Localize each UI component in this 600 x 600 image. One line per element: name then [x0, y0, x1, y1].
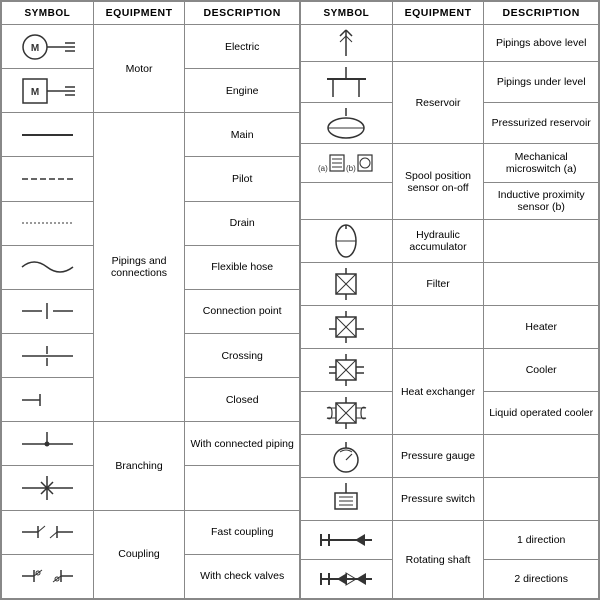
- table-row: Coupling Fast coupling: [2, 510, 300, 554]
- symbol-pressure-gauge: [301, 435, 393, 478]
- desc-pressure-gauge: [484, 435, 599, 478]
- desc-liquid-cooler: Liquid operated cooler: [484, 392, 599, 435]
- desc-pressure-switch: [484, 478, 599, 521]
- desc-cooler: Cooler: [484, 349, 599, 392]
- equipment-heat-exchanger: Heat exchanger: [392, 349, 484, 435]
- svg-text:M: M: [31, 87, 39, 98]
- symbol-spool-sensor-b: [301, 183, 393, 220]
- symbol-line-pilot: [2, 157, 94, 201]
- desc-hydraulic-acc: [484, 220, 599, 263]
- equipment-reservoir: Reservoir: [392, 62, 484, 144]
- symbol-pressure-switch: [301, 478, 393, 521]
- svg-text:(b): (b): [346, 164, 356, 173]
- left-header-description: DESCRIPTION: [185, 2, 300, 25]
- equipment-rotating-shaft: Rotating shaft: [392, 521, 484, 599]
- equipment-pipings-level: [392, 25, 484, 62]
- table-row: Heater: [301, 306, 599, 349]
- symbol-branching-main: [2, 422, 94, 466]
- symbol-hydraulic-accumulator: [301, 220, 393, 263]
- desc-pressurized-reservoir: Pressurized reservoir: [484, 103, 599, 144]
- symbol-rotating-shaft-2: [301, 560, 393, 599]
- equipment-pressure-gauge: Pressure gauge: [392, 435, 484, 478]
- symbol-branching-x: [2, 466, 94, 510]
- desc-connection-point: Connection point: [185, 289, 300, 333]
- desc-pipings-under: Pipings under level: [484, 62, 599, 103]
- equipment-hydraulic-acc: Hydraulic accumulator: [392, 220, 484, 263]
- symbol-heat-exchanger: [301, 349, 393, 392]
- equipment-pipings: Pipings and connections: [93, 113, 185, 422]
- right-header-description: DESCRIPTION: [484, 2, 599, 25]
- table-row: Pressure gauge: [301, 435, 599, 478]
- svg-text:(a): (a): [318, 164, 328, 173]
- symbol-heater: [301, 306, 393, 349]
- table-row: Heat exchanger Cooler: [301, 349, 599, 392]
- equipment-filter: Filter: [392, 263, 484, 306]
- table-row: Rotating shaft 1 direction: [301, 521, 599, 560]
- symbol-line-drain: [2, 201, 94, 245]
- desc-electric: Electric: [185, 25, 300, 69]
- table-row: Pipings above level: [301, 25, 599, 62]
- desc-flexible-hose: Flexible hose: [185, 245, 300, 289]
- symbol-coupling-fast: [2, 510, 94, 554]
- symbol-connection-point: [2, 289, 94, 333]
- table-row: Hydraulic accumulator: [301, 220, 599, 263]
- equipment-spool-sensor: Spool position sensor on-off: [392, 144, 484, 220]
- symbol-filter: [301, 263, 393, 306]
- desc-2-directions: 2 directions: [484, 560, 599, 599]
- symbol-line-main: [2, 113, 94, 157]
- desc-crossing: Crossing: [185, 333, 300, 377]
- main-container: SYMBOL EQUIPMENT DESCRIPTION M: [0, 0, 600, 600]
- equipment-pressure-switch: Pressure switch: [392, 478, 484, 521]
- symbol-flexible-hose: [2, 245, 94, 289]
- table-row: Pipings and connections Main: [2, 113, 300, 157]
- svg-text:M: M: [31, 43, 39, 54]
- left-header-equipment: EQUIPMENT: [93, 2, 185, 25]
- table-row: Pressure switch: [301, 478, 599, 521]
- symbol-rotating-shaft-1: [301, 521, 393, 560]
- desc-pilot: Pilot: [185, 157, 300, 201]
- desc-1-direction: 1 direction: [484, 521, 599, 560]
- desc-pipings-above: Pipings above level: [484, 25, 599, 62]
- table-row: (a) (b) Spool position sensor on-off Mec…: [301, 144, 599, 183]
- table-row: Branching With connected piping: [2, 422, 300, 466]
- right-table: SYMBOL EQUIPMENT DESCRIPTION: [300, 1, 599, 599]
- table-row: Filter: [301, 263, 599, 306]
- symbol-motor-electric: M: [2, 25, 94, 69]
- symbol-coupling-check: [2, 554, 94, 598]
- symbol-motor-engine: M: [2, 69, 94, 113]
- symbol-closed: [2, 378, 94, 422]
- symbol-liquid-cooler: [301, 392, 393, 435]
- symbol-pipings-above: [301, 25, 393, 62]
- desc-coupling-fast: Fast coupling: [185, 510, 300, 554]
- desc-branching-x: [185, 466, 300, 510]
- equipment-coupling: Coupling: [93, 510, 185, 598]
- desc-drain: Drain: [185, 201, 300, 245]
- desc-coupling-check: With check valves: [185, 554, 300, 598]
- desc-inductive-sensor: Inductive proximity sensor (b): [484, 183, 599, 220]
- symbol-pressurized-reservoir: [301, 103, 393, 144]
- desc-closed: Closed: [185, 378, 300, 422]
- table-row: Reservoir Pipings under level: [301, 62, 599, 103]
- desc-heater: Heater: [484, 306, 599, 349]
- right-header-equipment: EQUIPMENT: [392, 2, 484, 25]
- table-row: M Motor Electric: [2, 25, 300, 69]
- equipment-branching: Branching: [93, 422, 185, 510]
- equipment-heater: [392, 306, 484, 349]
- desc-mechanical-microswitch: Mechanical microswitch (a): [484, 144, 599, 183]
- equipment-motor: Motor: [93, 25, 185, 113]
- desc-main: Main: [185, 113, 300, 157]
- symbol-reservoir: [301, 62, 393, 103]
- left-header-symbol: SYMBOL: [2, 2, 94, 25]
- desc-filter: [484, 263, 599, 306]
- desc-branching-main: With connected piping: [185, 422, 300, 466]
- left-table: SYMBOL EQUIPMENT DESCRIPTION M: [1, 1, 300, 599]
- right-header-symbol: SYMBOL: [301, 2, 393, 25]
- desc-engine: Engine: [185, 69, 300, 113]
- symbol-crossing: [2, 333, 94, 377]
- symbol-spool-sensor-a: (a) (b): [301, 144, 393, 183]
